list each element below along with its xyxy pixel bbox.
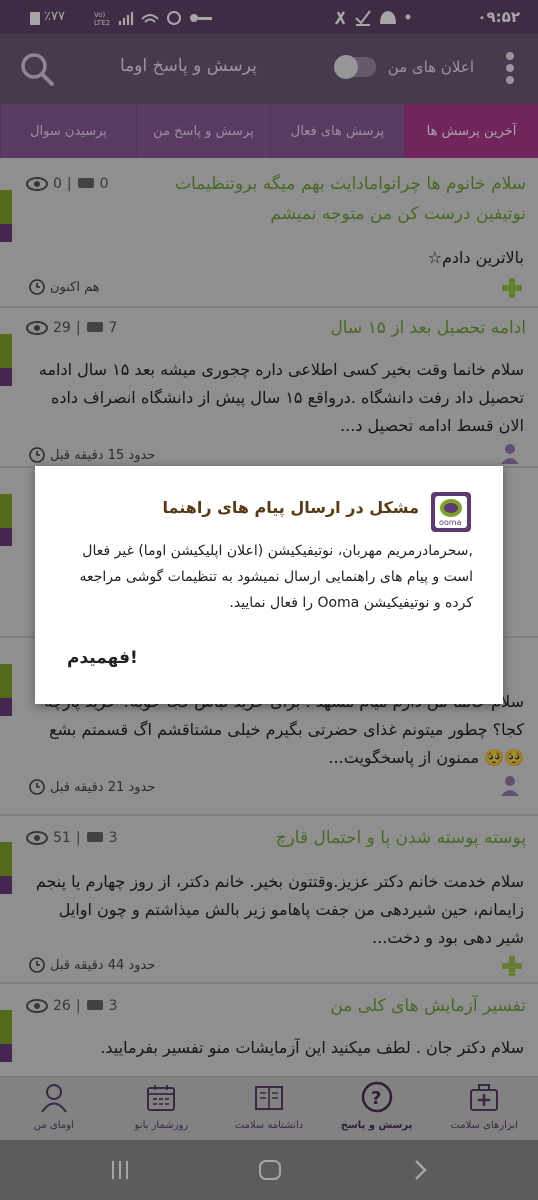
got-it-button[interactable]: فهمیدم! <box>67 648 138 668</box>
ooma-logo: ooma <box>431 492 471 532</box>
notification-problem-dialog: ooma مشکل در ارسال پیام های راهنما ,سحرم… <box>35 466 503 704</box>
logo-text: ooma <box>439 518 462 527</box>
dialog-message: ,سحرمادرمریم مهربان، نوتیفیکیشن (اعلان ا… <box>79 543 473 611</box>
dialog-title: مشکل در ارسال پیام های راهنما <box>162 498 419 517</box>
